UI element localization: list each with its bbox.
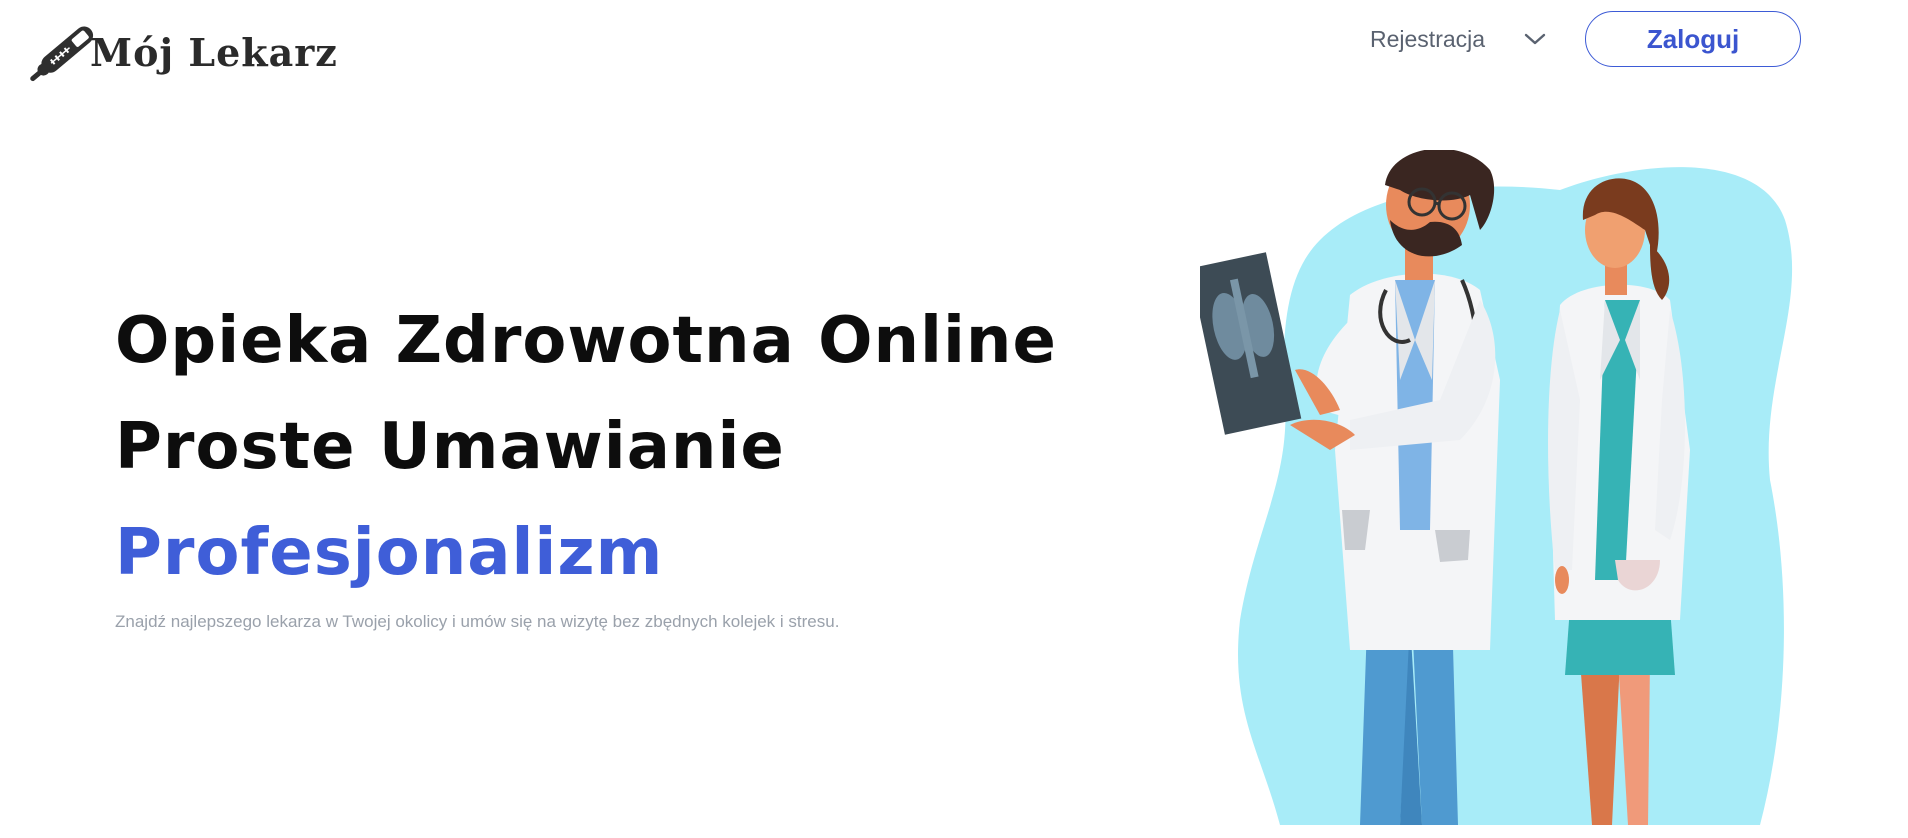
- page: Mój Lekarz Rejestracja Zaloguj Opieka Zd…: [0, 0, 1908, 838]
- doctors-illustration: [1200, 150, 1792, 825]
- top-nav: Rejestracja Zaloguj: [1370, 10, 1802, 68]
- logo-link[interactable]: Mój Lekarz: [26, 10, 337, 88]
- illustration-blob: [1238, 167, 1792, 825]
- register-dropdown[interactable]: Rejestracja: [1370, 26, 1547, 53]
- hero-subtitle: Znajdź najlepszego lekarza w Twojej okol…: [115, 612, 840, 631]
- hero-heading-line-2: Proste Umawianie: [115, 410, 785, 484]
- hero-heading-line-1: Opieka Zdrowotna Online: [115, 304, 1057, 378]
- register-label: Rejestracja: [1370, 25, 1486, 52]
- login-button[interactable]: Zaloguj: [1585, 11, 1802, 67]
- chevron-down-icon: [1524, 33, 1546, 45]
- hero-heading-accent: Profesjonalizm: [115, 516, 664, 590]
- logo-text: Mój Lekarz: [90, 30, 338, 75]
- hero-section: Opieka Zdrowotna Online Proste Umawianie…: [115, 288, 1057, 632]
